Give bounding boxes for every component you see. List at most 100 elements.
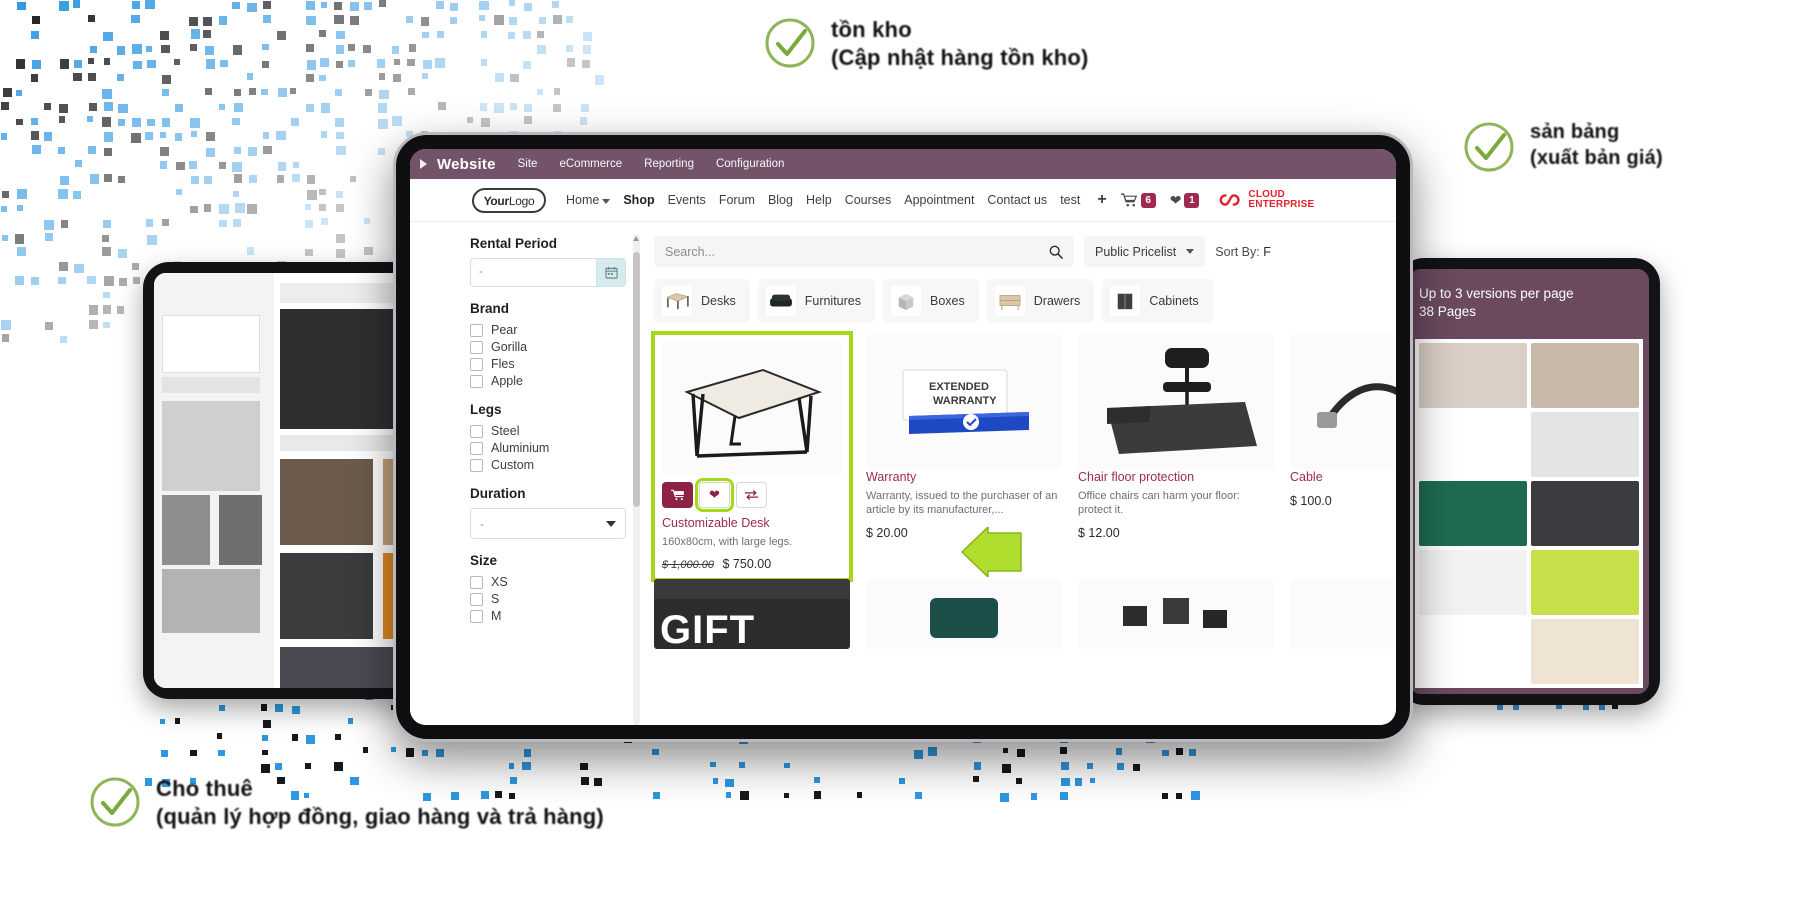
rental-period-field[interactable]: - [470,258,626,287]
scrollbar-thumb[interactable] [633,252,640,507]
checkbox-box[interactable] [470,458,483,472]
filter-checkbox-custom[interactable]: Custom [470,458,626,472]
checkbox-box[interactable] [470,575,483,589]
partner-logo: CLOUD ENTERPRISE [1217,190,1314,210]
lt-panel-left [154,273,274,688]
nav-item-blog[interactable]: Blog [768,193,793,207]
warranty-product-image: EXTENDED WARRANTY [902,369,1029,434]
add-to-wishlist-button[interactable]: ❤ [695,478,734,512]
add-page-plus-icon[interactable]: + [1097,191,1106,209]
calendar-icon[interactable] [596,258,626,287]
product-image[interactable] [1290,579,1396,650]
topbar-menu-reporting[interactable]: Reporting [644,158,694,170]
checkbox-box[interactable] [470,357,483,371]
product-card-row2-c[interactable] [1078,579,1274,657]
right-tablet-caption-line2: 38 Pages [1419,304,1477,320]
product-image[interactable] [1078,334,1274,470]
product-image[interactable]: EXTENDED WARRANTY [866,334,1062,470]
topbar-menu-site[interactable]: Site [518,158,538,170]
calendar-glyph [604,266,618,279]
nav-item-appointment[interactable]: Appointment [904,193,974,207]
checkbox-box[interactable] [470,374,483,388]
product-name[interactable]: Customizable Desk [662,516,842,532]
nav-label-home: Home [566,193,600,207]
category-chip-furnitures[interactable]: Furnitures [757,279,876,323]
chair-mat-product-image [1107,348,1257,454]
category-chip-boxes[interactable]: Boxes [883,279,979,323]
pricelist-dropdown[interactable]: Public Pricelist [1084,236,1206,267]
product-card-chair-floor-protection[interactable]: Chair floor protection Office chairs can… [1078,334,1274,579]
filter-checkbox-steel[interactable]: Steel [470,424,626,438]
wishlist-button[interactable]: ❤ 1 [1170,192,1200,209]
checkbox-box[interactable] [470,609,483,623]
product-card-row2-b[interactable] [866,579,1062,657]
tablet-right-device: Up to 3 versions per page 38 Pages [1398,258,1660,705]
product-image[interactable] [1290,334,1396,470]
cart-count-badge: 6 [1140,192,1156,208]
product-card-row2-gift[interactable]: GIFT [654,579,850,657]
product-card-row2-d[interactable] [1290,579,1396,657]
check-circle-icon [763,16,817,70]
compare-button[interactable] [736,482,767,508]
topbar-menu-configuration[interactable]: Configuration [716,158,784,170]
nav-item-events[interactable]: Events [668,193,706,207]
nav-item-help[interactable]: Help [806,193,832,207]
category-chip-drawers[interactable]: Drawers [986,279,1095,323]
product-price-new: $ 750.00 [722,557,772,572]
filter-checkbox-xs[interactable]: XS [470,575,626,589]
filter-checkbox-s[interactable]: S [470,592,626,606]
search-icon[interactable] [1049,245,1063,259]
sort-by-control[interactable]: Sort By: F [1215,245,1271,259]
sidebar-scrollbar[interactable] [633,234,640,725]
svg-text:EXTENDED: EXTENDED [929,381,989,393]
product-image[interactable]: GIFT [654,579,850,650]
add-to-cart-button[interactable] [662,482,693,508]
checkbox-box[interactable] [470,424,483,438]
product-price: $ 100.0 [1290,494,1396,508]
nav-item-test[interactable]: test [1060,193,1080,207]
nav-item-courses[interactable]: Courses [845,193,892,207]
category-chip-cabinets[interactable]: Cabinets [1102,279,1213,323]
rental-period-input[interactable]: - [470,258,596,287]
nav-item-forum[interactable]: Forum [719,193,755,207]
nav-item-home[interactable]: Home [566,193,611,207]
apps-menu-icon[interactable] [420,159,427,169]
filter-checkbox-apple[interactable]: Apple [470,374,626,388]
product-price-old: $ 1,000.00 [662,559,714,572]
filter-checkbox-pear[interactable]: Pear [470,323,626,337]
chevron-down-icon [602,199,611,204]
scroll-up-arrow-icon[interactable] [633,236,639,241]
checkbox-label: XS [491,575,508,589]
product-card-cable[interactable]: Cable $ 100.0 [1290,334,1396,579]
filter-checkbox-m[interactable]: M [470,609,626,623]
checkbox-box[interactable] [470,323,483,337]
product-name[interactable]: Cable [1290,470,1396,486]
duration-select[interactable]: - [470,508,626,539]
nav-item-contact-us[interactable]: Contact us [987,193,1047,207]
sort-by-value: F [1263,244,1271,259]
topbar-menu-ecommerce[interactable]: eCommerce [559,158,622,170]
product-image[interactable] [866,579,1062,650]
product-image[interactable] [1078,579,1274,650]
filter-checkbox-fles[interactable]: Fles [470,357,626,371]
site-logo[interactable]: Your Logo [471,187,547,213]
category-chip-desks[interactable]: Desks [654,279,750,323]
checkbox-box[interactable] [470,592,483,606]
screenshot-root: Up to 3 versions per page 38 Pages Websi… [0,0,1800,900]
odoo-app-name[interactable]: Website [437,156,496,173]
product-description: 160x80cm, with large legs. [662,535,793,548]
search-input[interactable]: Search... [654,236,1074,267]
nav-item-shop[interactable]: Shop [623,193,654,207]
product-card-customizable-desk[interactable]: ❤ Customizable Desk 160x80cm, with large… [651,330,853,583]
filter-checkbox-aluminium[interactable]: Aluminium [470,441,626,455]
product-name[interactable]: Chair floor protection [1078,470,1274,486]
product-name[interactable]: Warranty [866,470,1062,486]
product-image[interactable] [662,340,842,476]
shop-toolbar: Search... Public Pricelist Sort By: F [654,236,1396,267]
filter-checkbox-gorilla[interactable]: Gorilla [470,340,626,354]
filter-group-title-duration: Duration [470,486,526,501]
shop-filter-sidebar: Rental Period - Brand Pear Gorilla Fles … [410,222,642,725]
checkbox-box[interactable] [470,340,483,354]
checkbox-box[interactable] [470,441,483,455]
cart-button[interactable]: 6 [1120,192,1156,208]
